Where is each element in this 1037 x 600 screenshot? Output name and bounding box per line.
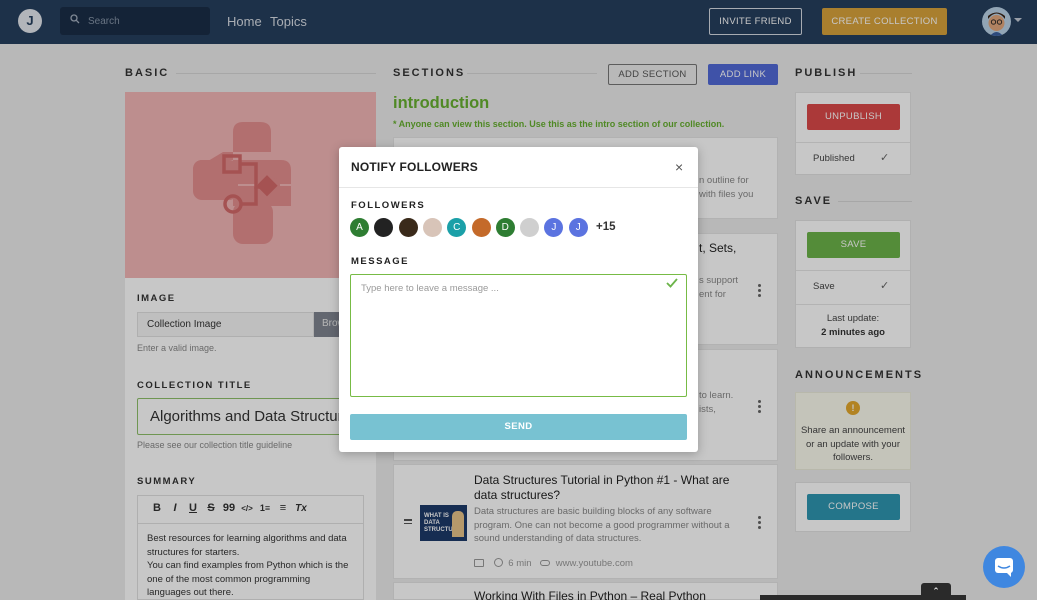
chat-bubble-icon: [995, 558, 1013, 577]
followers-label: FOLLOWERS: [351, 200, 426, 211]
modal-title: NOTIFY FOLLOWERS: [351, 160, 478, 174]
message-input[interactable]: [350, 274, 687, 397]
follower-avatar[interactable]: J: [544, 218, 564, 237]
follower-avatar[interactable]: D: [495, 218, 515, 237]
close-icon[interactable]: ×: [675, 159, 683, 175]
follower-avatar[interactable]: J: [568, 218, 588, 237]
check-icon: [666, 278, 678, 288]
chevron-up-icon[interactable]: ⌃: [921, 583, 951, 600]
chat-widget-button[interactable]: [983, 546, 1025, 588]
more-followers-count[interactable]: +15: [596, 221, 616, 233]
send-button[interactable]: SEND: [350, 414, 687, 440]
notify-followers-modal: NOTIFY FOLLOWERS × FOLLOWERS A C D JJ +15 M…: [339, 147, 698, 452]
follower-avatar[interactable]: [398, 218, 418, 237]
follower-avatar[interactable]: [471, 218, 491, 237]
follower-avatar[interactable]: C: [447, 218, 467, 237]
follower-avatar[interactable]: [374, 218, 394, 237]
divider: [339, 187, 698, 188]
follower-avatar[interactable]: [520, 218, 540, 237]
follower-avatar[interactable]: [422, 218, 442, 237]
follower-avatar[interactable]: A: [350, 218, 369, 237]
message-label: MESSAGE: [351, 256, 410, 267]
